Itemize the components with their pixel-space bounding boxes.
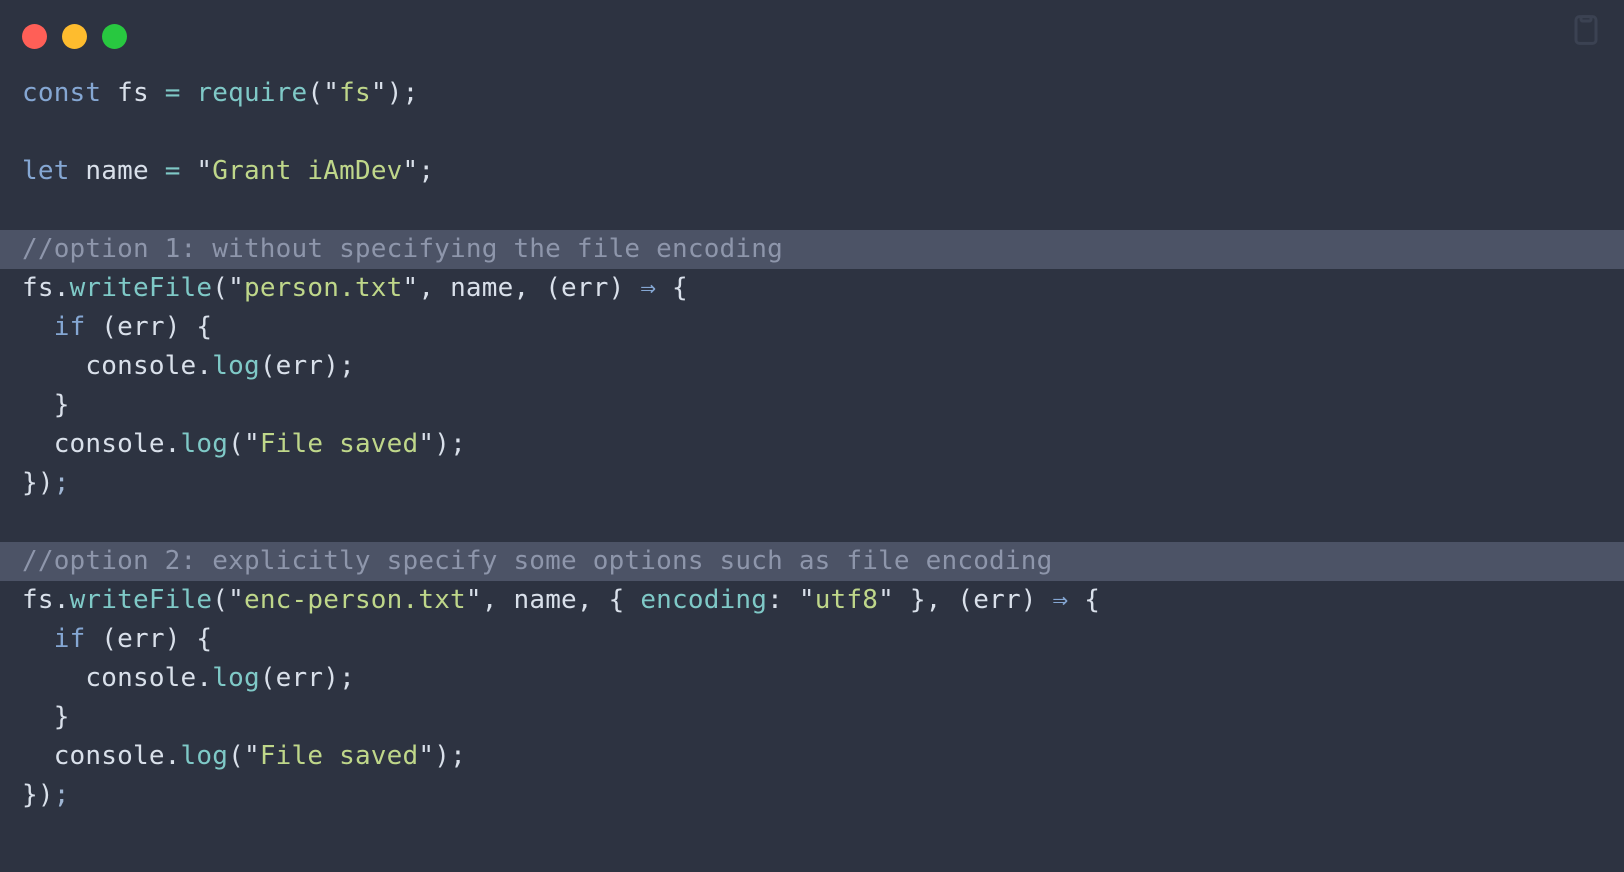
code-token: encoding (640, 585, 768, 615)
code-token: } (22, 390, 70, 420)
code-token: "); (418, 741, 466, 771)
code-token: //option 2: explicitly specify some opti… (22, 546, 1053, 576)
code-token: utf8 (814, 585, 879, 615)
code-token: }) (22, 468, 54, 498)
code-token: console. (22, 351, 213, 381)
code-line: if (err) { (0, 620, 1624, 659)
code-token: let (22, 156, 70, 186)
maximize-button[interactable] (102, 24, 127, 49)
code-token: log (212, 663, 260, 693)
code-line: }); (0, 464, 1624, 503)
code-token: fs (339, 78, 371, 108)
code-token: //option 1: without specifying the file … (22, 234, 783, 264)
code-token: File saved (259, 429, 419, 459)
code-comment-line: //option 1: without specifying the file … (0, 230, 1624, 269)
code-token: log (212, 351, 260, 381)
code-token: log (180, 429, 229, 459)
code-token: = (164, 156, 181, 186)
code-token: writeFile (69, 585, 213, 615)
code-line: console.log(err); (0, 659, 1624, 698)
code-token: console. (22, 429, 181, 459)
code-token: = (164, 78, 181, 108)
code-token: enc-person.txt (243, 585, 466, 615)
code-token: ⇒ (640, 273, 657, 303)
code-block: const fs = require("fs"); let name = "Gr… (0, 74, 1624, 815)
code-token: ; (53, 468, 70, 498)
code-line: }); (0, 776, 1624, 815)
code-token: (" (228, 741, 260, 771)
code-token: }) (22, 780, 54, 810)
code-token: (err) { (85, 624, 213, 654)
code-token: if (53, 312, 86, 342)
code-line: const fs = require("fs"); (0, 74, 1624, 113)
code-line: console.log("File saved"); (0, 737, 1624, 776)
code-token: writeFile (69, 273, 213, 303)
code-token: } (22, 702, 70, 732)
code-token: (" (228, 429, 260, 459)
code-token: File saved (259, 741, 419, 771)
code-token: (" (307, 78, 340, 108)
code-line: } (0, 386, 1624, 425)
code-line: let name = "Grant iAmDev"; (0, 152, 1624, 191)
code-snippet-window: const fs = require("fs"); let name = "Gr… (0, 0, 1624, 872)
code-token: (err); (259, 351, 355, 381)
code-token: (err); (259, 663, 355, 693)
minimize-button[interactable] (62, 24, 87, 49)
window-titlebar (0, 0, 1624, 74)
code-token: "; (402, 156, 435, 186)
code-token: (" (212, 585, 244, 615)
code-token: ", name, (err) (402, 273, 641, 303)
code-line: fs.writeFile("enc-person.txt", name, { e… (0, 581, 1624, 620)
code-line: fs.writeFile("person.txt", name, (err) ⇒… (0, 269, 1624, 308)
code-line: console.log(err); (0, 347, 1624, 386)
code-token: const (22, 78, 102, 108)
code-line: if (err) { (0, 308, 1624, 347)
window-controls (22, 24, 127, 49)
code-token: console. (22, 663, 213, 693)
code-token: " }, (err) (878, 585, 1053, 615)
code-token: : " (767, 585, 815, 615)
code-line: console.log("File saved"); (0, 425, 1624, 464)
code-token: ; (53, 780, 70, 810)
code-token: "); (418, 429, 466, 459)
code-token: (" (212, 273, 244, 303)
code-token: require (196, 78, 308, 108)
code-token: person.txt (243, 273, 403, 303)
code-token: name (85, 156, 149, 186)
code-token: "); (370, 78, 419, 108)
code-token: " (196, 156, 213, 186)
code-token: { (1068, 585, 1101, 615)
code-token: ⇒ (1052, 585, 1069, 615)
code-token: { (656, 273, 688, 303)
code-line: } (0, 698, 1624, 737)
close-button[interactable] (22, 24, 47, 49)
code-token: fs (117, 78, 149, 108)
clipboard-icon[interactable] (1566, 10, 1606, 50)
code-token: console. (22, 741, 181, 771)
code-token: fs. (22, 585, 70, 615)
code-token: log (180, 741, 229, 771)
code-token: Grant iAmDev (212, 156, 403, 186)
code-comment-line: //option 2: explicitly specify some opti… (0, 542, 1624, 581)
code-token: ", name, { (465, 585, 641, 615)
code-token: (err) { (85, 312, 213, 342)
code-token: if (53, 624, 86, 654)
code-token: fs. (22, 273, 70, 303)
